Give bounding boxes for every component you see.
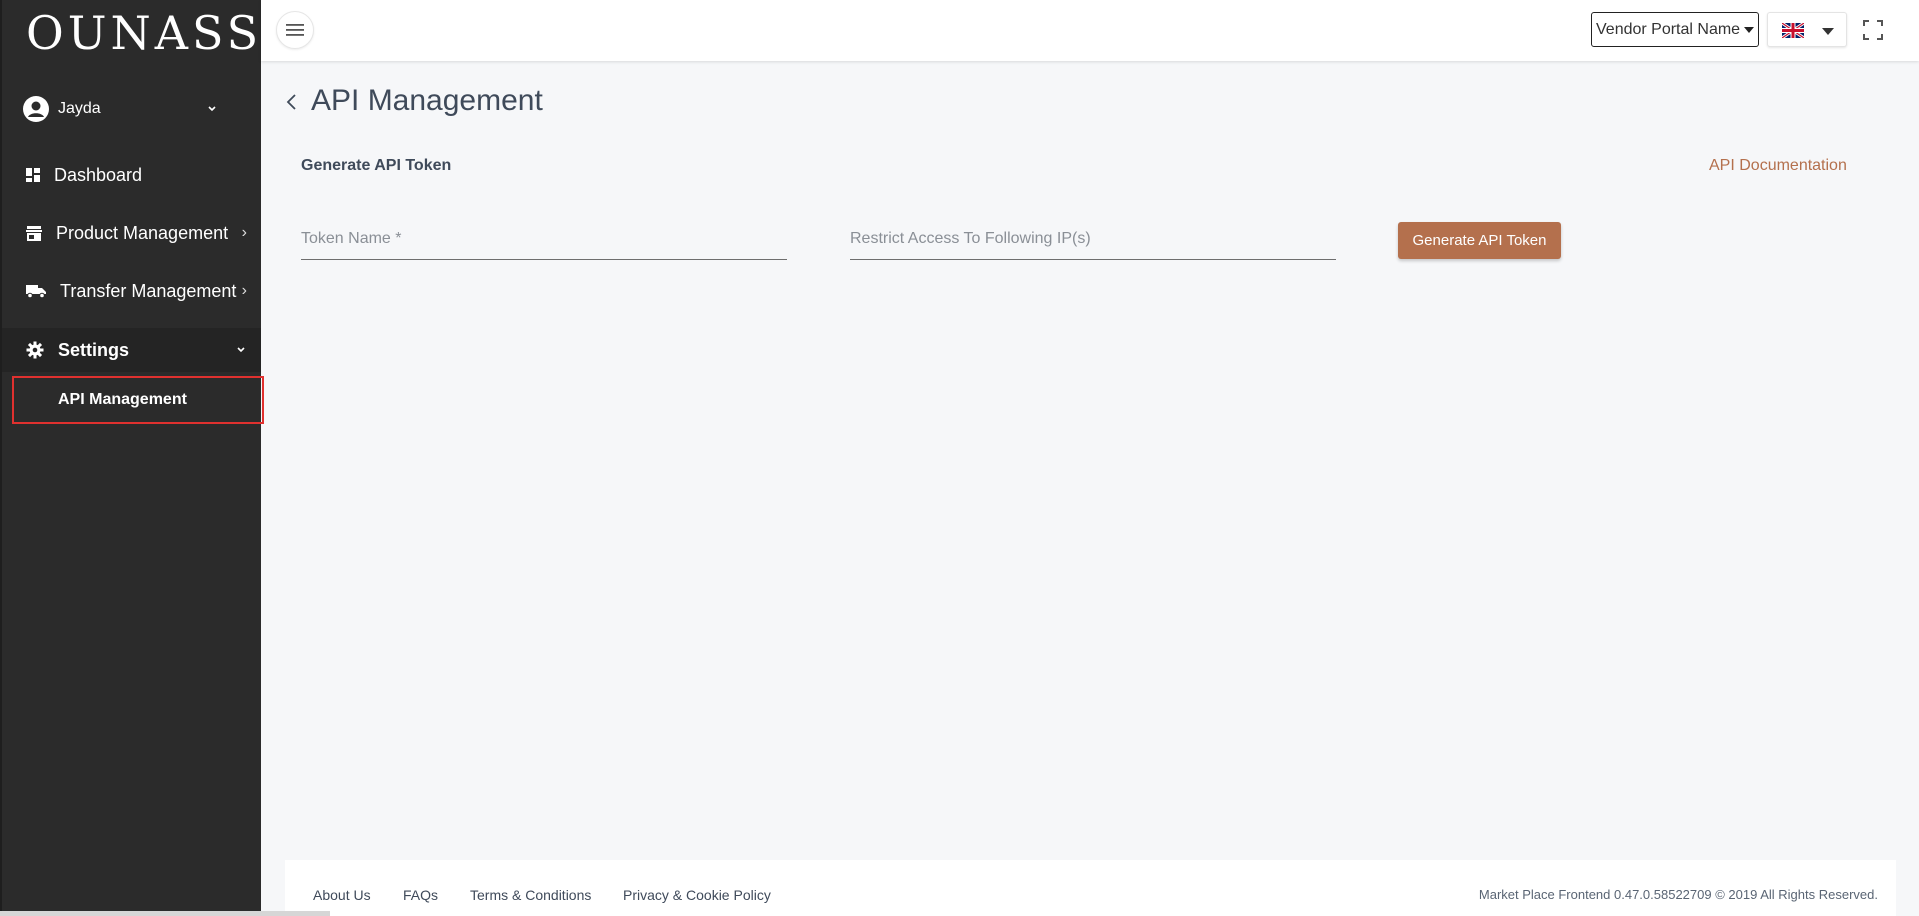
menu-toggle-button[interactable] [276,11,314,49]
horizontal-scrollbar[interactable] [0,911,330,916]
user-avatar-icon [23,96,49,122]
footer-link-terms[interactable]: Terms & Conditions [470,887,591,903]
footer-link-faqs[interactable]: FAQs [403,887,438,903]
footer-link-privacy[interactable]: Privacy & Cookie Policy [623,887,771,903]
generate-api-token-button[interactable]: Generate API Token [1398,222,1561,259]
sidebar-item-label: Settings [58,339,130,360]
sidebar-item-product-management[interactable]: Product Management › [2,218,261,248]
api-documentation-link[interactable]: API Documentation [1709,157,1847,175]
chevron-down-icon [237,347,245,353]
ip-restriction-field [850,224,1336,260]
user-menu[interactable]: Jayda [22,94,218,124]
chevron-right-icon: › [241,224,247,241]
top-bar: Vendor Portal Name [261,0,1919,61]
footer-link-about[interactable]: About Us [313,887,371,903]
brand-logo[interactable]: OUNASS [26,6,262,60]
sidebar-item-transfer-management[interactable]: Transfer Management › [2,276,261,306]
fullscreen-icon[interactable] [1862,19,1884,41]
sidebar-item-label: Product Management [56,222,229,243]
chevron-down-icon [208,106,216,112]
truck-icon [26,285,46,298]
store-icon [26,225,42,241]
gear-icon [26,341,44,359]
copyright-text: Market Place Frontend 0.47.0.58522709 © … [1478,887,1878,902]
sidebar-item-label: Transfer Management [60,280,237,301]
hamburger-icon [286,24,304,36]
back-arrow-icon[interactable] [285,92,299,112]
user-name: Jayda [58,100,101,117]
sidebar-subitem-label: API Management [58,391,187,408]
token-name-input[interactable] [301,224,787,254]
vendor-portal-select[interactable]: Vendor Portal Name [1591,12,1759,47]
sidebar-subitem-api-management[interactable]: API Management [12,376,264,424]
sidebar-item-dashboard[interactable]: Dashboard [2,160,261,190]
caret-down-icon [1744,27,1754,33]
section-title: Generate API Token [301,157,452,174]
token-name-field [301,224,787,260]
sidebar: OUNASS Jayda Dashboard Product Managemen… [0,0,264,916]
dashboard-icon [26,168,40,182]
caret-down-icon [1822,28,1834,35]
vendor-portal-selected: Vendor Portal Name [1596,20,1741,38]
sidebar-item-settings[interactable]: Settings [2,328,261,372]
page-title: API Management [311,84,543,117]
footer: About Us FAQs Terms & Conditions Privacy… [285,860,1896,916]
sidebar-item-label: Dashboard [54,164,143,185]
uk-flag-icon [1782,23,1804,38]
language-select[interactable] [1767,12,1847,47]
chevron-right-icon: › [241,282,247,299]
ip-restriction-input[interactable] [850,224,1336,254]
